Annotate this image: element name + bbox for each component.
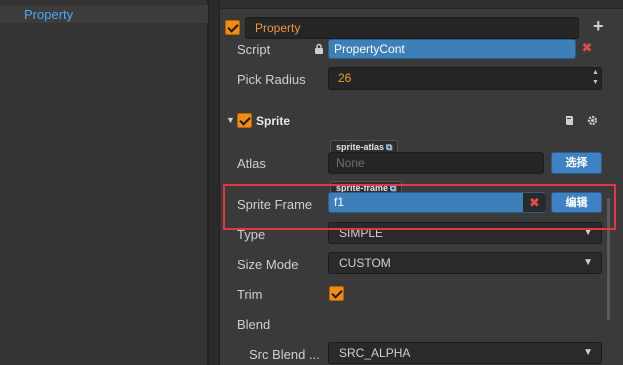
plus-icon[interactable]: + <box>593 16 604 36</box>
inspector-panel: Property + Script PropertyCont ✖ Pick Ra… <box>220 0 623 365</box>
atlas-select-button[interactable]: 选择 <box>551 152 602 174</box>
blend-label: Blend <box>237 317 271 332</box>
trim-label: Trim <box>237 287 263 302</box>
close-icon[interactable]: ✖ <box>580 39 594 59</box>
hierarchy-panel: Property <box>0 0 208 365</box>
sprite-enabled-checkbox[interactable] <box>237 113 252 128</box>
script-label: Script <box>237 42 271 57</box>
gear-icon[interactable] <box>587 115 598 126</box>
property-enabled-checkbox[interactable] <box>225 20 240 35</box>
src-blend-dropdown-value: SRC_ALPHA <box>339 346 411 360</box>
hierarchy-node-label[interactable]: Property <box>24 7 73 22</box>
chevron-down-icon: ▼ <box>583 257 593 268</box>
size-mode-dropdown-value: CUSTOM <box>339 256 391 270</box>
trim-checkbox[interactable] <box>329 286 344 301</box>
number-stepper[interactable]: ▲ ▼ <box>590 68 601 89</box>
atlas-tag-label: sprite-atlas <box>336 142 385 152</box>
src-blend-label: Src Blend ... <box>249 347 320 362</box>
sprite-frame-highlight-box <box>223 184 616 230</box>
script-value-field[interactable]: PropertyCont <box>328 39 576 59</box>
lock-icon <box>315 43 323 54</box>
component-name-field[interactable]: Property <box>245 17 579 39</box>
panel-splitter[interactable] <box>208 0 220 365</box>
atlas-field[interactable]: None <box>328 152 544 174</box>
size-mode-dropdown[interactable]: CUSTOM ▼ <box>328 252 602 274</box>
src-blend-dropdown[interactable]: SRC_ALPHA ▼ <box>328 342 602 364</box>
pick-radius-input[interactable]: 26 <box>328 67 602 90</box>
chevron-down-icon: ▼ <box>583 347 593 358</box>
pick-radius-label: Pick Radius <box>237 72 306 87</box>
atlas-label: Atlas <box>237 156 266 171</box>
size-mode-label: Size Mode <box>237 257 299 272</box>
sprite-title[interactable]: Sprite <box>256 114 290 128</box>
book-icon[interactable] <box>564 115 575 126</box>
inspector-top-strip <box>220 0 623 9</box>
triangle-down-icon[interactable]: ▼ <box>226 115 235 125</box>
